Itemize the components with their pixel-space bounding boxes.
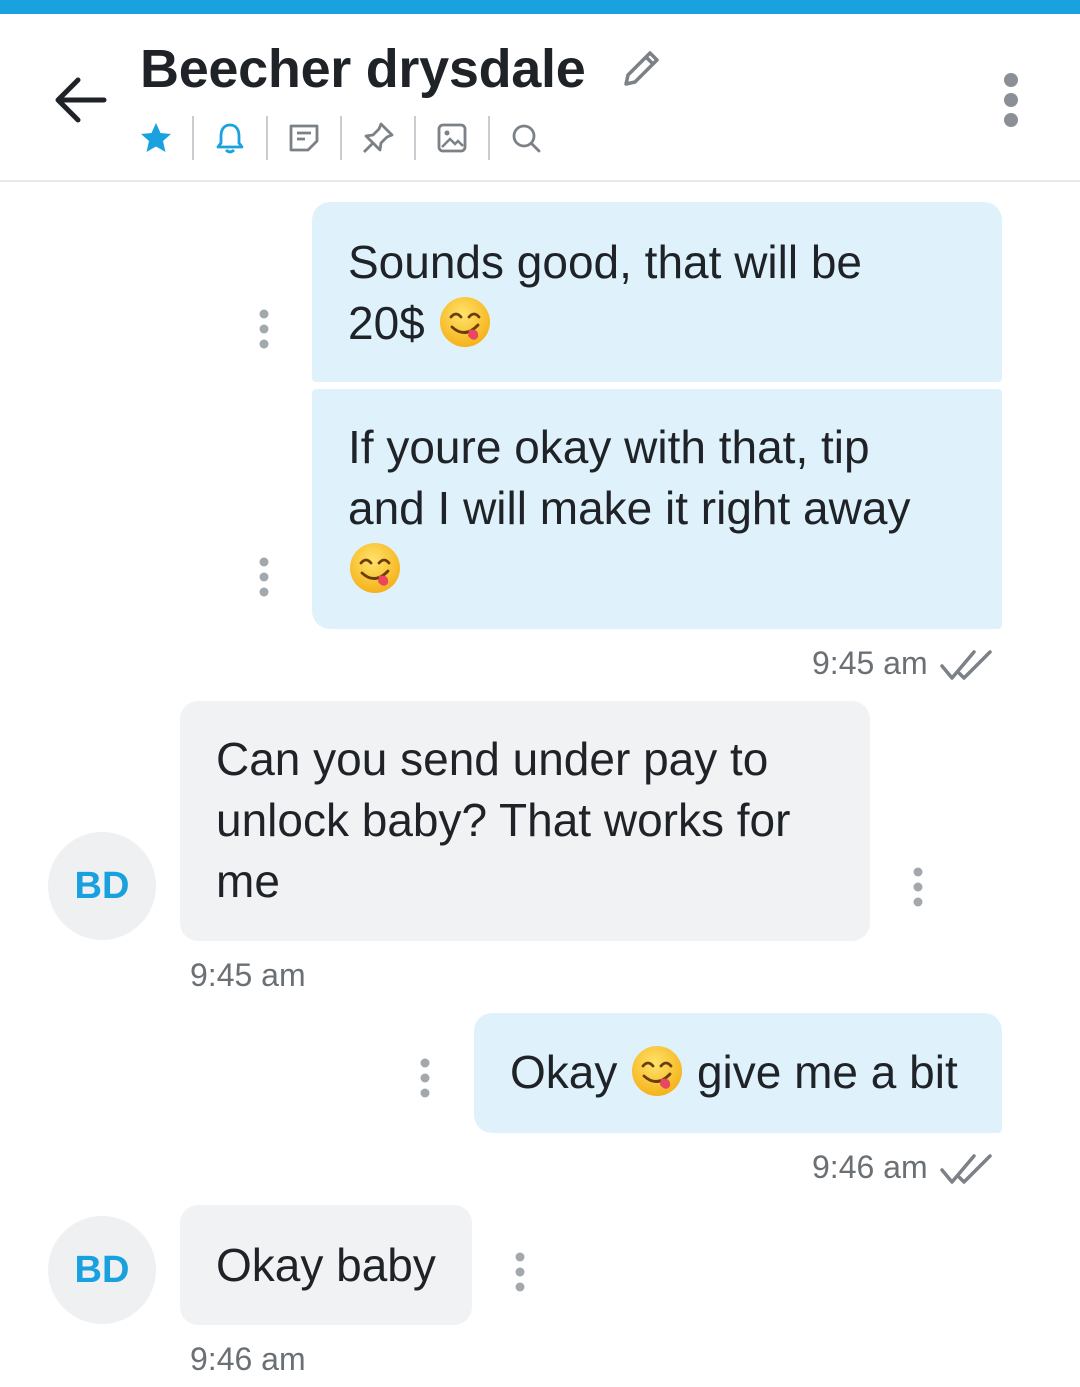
avatar[interactable]: BD — [48, 832, 156, 940]
message-timestamp: 9:46 am — [812, 1149, 928, 1185]
toolbar-separator — [414, 116, 416, 160]
more-vert-icon[interactable] — [988, 72, 1034, 132]
message-bubble-outgoing[interactable]: Sounds good, that will be 20$ — [312, 202, 1002, 382]
message-text: give me a bit — [696, 1046, 958, 1098]
message-timestamp: 9:45 am — [190, 957, 306, 993]
message-text: and I will make it right away — [348, 482, 911, 534]
message-options-icon[interactable] — [415, 1057, 435, 1099]
note-icon[interactable] — [284, 118, 324, 158]
search-icon[interactable] — [506, 118, 546, 158]
message-timestamp: 9:45 am — [812, 645, 928, 681]
face-savoring-food-emoji — [348, 541, 402, 595]
toolbar-separator — [488, 116, 490, 160]
message-bubble-outgoing[interactable]: Okay give me a bit — [474, 1013, 1002, 1133]
toolbar-separator — [192, 116, 194, 160]
chat-header: Beecher drysdale — [0, 14, 1080, 182]
chat-toolbar — [136, 114, 546, 162]
message-text: Can you send under pay to — [216, 733, 769, 785]
edit-pencil-icon[interactable] — [616, 44, 666, 94]
message-options-icon[interactable] — [254, 556, 274, 598]
message-timestamp: 9:46 am — [190, 1341, 306, 1377]
message-text-line — [348, 539, 966, 600]
message-text: Okay baby — [216, 1239, 436, 1291]
star-icon[interactable] — [136, 118, 176, 158]
avatar[interactable]: BD — [48, 1216, 156, 1324]
message-bubble-outgoing[interactable]: If youre okay with that, tip and I will … — [312, 389, 1002, 629]
read-receipt-icon — [938, 646, 998, 686]
message-text: Okay — [510, 1046, 618, 1098]
pin-icon[interactable] — [358, 118, 398, 158]
top-accent-bar — [0, 0, 1080, 14]
message-options-icon[interactable] — [510, 1251, 530, 1293]
message-options-icon[interactable] — [254, 308, 274, 350]
message-text-line: 20$ — [348, 293, 966, 354]
read-receipt-icon — [938, 1150, 998, 1190]
message-options-icon[interactable] — [908, 866, 928, 908]
message-text: 20$ — [348, 297, 425, 349]
toolbar-separator — [266, 116, 268, 160]
toolbar-separator — [340, 116, 342, 160]
back-arrow-icon[interactable] — [48, 72, 112, 128]
message-bubble-incoming[interactable]: Okay baby — [180, 1205, 472, 1325]
image-icon[interactable] — [432, 118, 472, 158]
face-savoring-food-emoji — [438, 295, 492, 349]
contact-name[interactable]: Beecher drysdale — [140, 38, 586, 100]
bell-icon[interactable] — [210, 118, 250, 158]
face-savoring-food-emoji — [630, 1044, 684, 1098]
message-text: If youre okay with that, tip — [348, 421, 870, 473]
message-text: me — [216, 855, 280, 907]
message-text: Sounds good, that will be — [348, 236, 863, 288]
message-text: unlock baby? That works for — [216, 794, 791, 846]
message-bubble-incoming[interactable]: Can you send under pay to unlock baby? T… — [180, 701, 870, 941]
